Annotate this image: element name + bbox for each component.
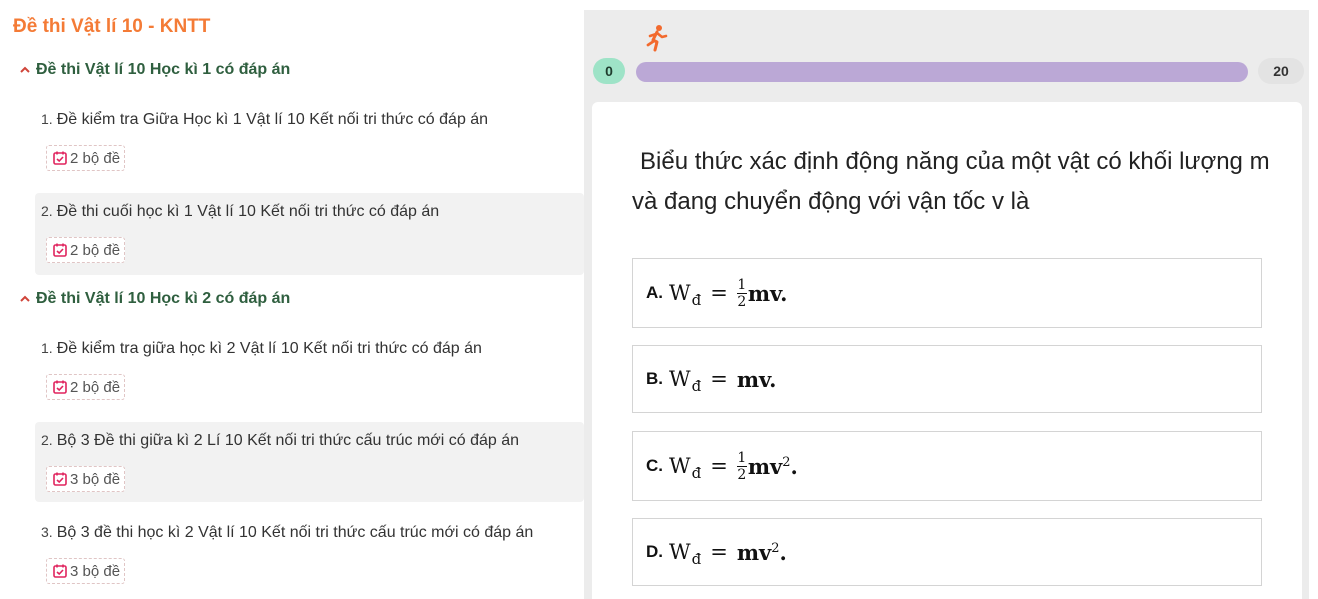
fraction-numerator: 1	[737, 449, 747, 466]
item-number: 3.	[41, 524, 53, 540]
option-formula: Wđ = mv 2.	[669, 539, 787, 569]
item-label: Bộ 3 đề thi học kì 2 Vật lí 10 Kết nối t…	[56, 524, 534, 541]
formula-rhs: mv.	[736, 366, 777, 392]
exam-link[interactable]: 2. Bộ 3 Đề thi giữa kì 2 Lí 10 Kết nối tr…	[41, 432, 519, 450]
formula-subscript: đ	[691, 550, 702, 568]
formula-lhs: W	[669, 454, 691, 478]
list-item: 1. Đề kiểm tra giữa học kì 2 Vật lí 10 Kế…	[35, 330, 584, 412]
formula-rhs: mv	[747, 453, 783, 479]
exam-count-badge[interactable]: 2 bộ đề	[46, 145, 126, 171]
formula-tail: .	[779, 539, 787, 565]
item-number: 1.	[41, 111, 53, 127]
section-title: Đề thi Vật lí 10 Học kì 2 có đáp án	[36, 290, 291, 307]
progress-current: 0	[593, 58, 625, 84]
formula-subscript: đ	[691, 291, 702, 309]
progress-bar	[636, 62, 1248, 82]
list-item: 2. Đề thi cuối học kì 1 Vật lí 10 Kết nối…	[35, 193, 584, 275]
formula-lhs: W	[669, 540, 691, 564]
answer-option-c[interactable]: C. Wđ = 12 mv 2.	[632, 431, 1262, 501]
fraction-denominator: 2	[737, 293, 747, 310]
item-label: Bộ 3 Đề thi giữa kì 2 Lí 10 Kết nối tri …	[56, 432, 520, 449]
answer-option-b[interactable]: B. Wđ = mv.	[632, 345, 1262, 413]
option-letter: D.	[646, 542, 663, 561]
exam-count-badge[interactable]: 2 bộ đề	[46, 237, 126, 263]
section-header-hk1[interactable]: Đề thi Vật lí 10 Học kì 1 có đáp án	[18, 61, 290, 79]
formula-equals: =	[710, 281, 728, 305]
section-title: Đề thi Vật lí 10 Học kì 1 có đáp án	[36, 61, 291, 78]
formula-lhs: W	[669, 367, 691, 391]
exam-link[interactable]: 1. Đề kiểm tra giữa học kì 2 Vật lí 10 Kế…	[41, 340, 482, 358]
answer-option-a[interactable]: A. Wđ = 12 mv.	[632, 258, 1262, 328]
option-formula: Wđ = 12 mv 2.	[669, 449, 798, 483]
item-number: 2.	[41, 432, 53, 448]
section-header-hk2[interactable]: Đề thi Vật lí 10 Học kì 2 có đáp án	[18, 290, 290, 308]
formula-equals: =	[710, 367, 728, 391]
formula-tail: .	[790, 453, 798, 479]
list-item: 2. Bộ 3 Đề thi giữa kì 2 Lí 10 Kết nối tr…	[35, 422, 584, 502]
calendar-check-icon	[53, 564, 67, 578]
badge-label: 3 bộ đề	[70, 562, 121, 580]
badge-label: 2 bộ đề	[70, 241, 121, 259]
calendar-check-icon	[53, 472, 67, 486]
item-label: Đề kiểm tra Giữa Học kì 1 Vật lí 10 Kết …	[56, 111, 489, 128]
formula-subscript: đ	[691, 464, 702, 482]
formula-equals: =	[710, 454, 728, 478]
badge-label: 3 bộ đề	[70, 470, 121, 488]
chevron-up-icon	[20, 295, 30, 302]
list-item: 1. Đề kiểm tra Giữa Học kì 1 Vật lí 10 Kế…	[35, 101, 584, 183]
option-letter: C.	[646, 456, 663, 475]
calendar-check-icon	[53, 380, 67, 394]
option-letter: A.	[646, 283, 663, 302]
fraction-denominator: 2	[737, 466, 747, 483]
formula-lhs: W	[669, 281, 691, 305]
formula-fraction: 12	[736, 276, 747, 310]
exam-count-badge[interactable]: 3 bộ đề	[46, 466, 126, 492]
formula-rhs: mv	[736, 539, 772, 565]
exam-link[interactable]: 2. Đề thi cuối học kì 1 Vật lí 10 Kết nối…	[41, 203, 439, 221]
calendar-check-icon	[53, 151, 67, 165]
exam-list-panel: Đề thi Vật lí 10 - KNTT Đề thi Vật lí 10…	[0, 0, 584, 599]
exam-count-badge[interactable]: 3 bộ đề	[46, 558, 126, 584]
calendar-check-icon	[53, 243, 67, 257]
formula-equals: =	[710, 540, 728, 564]
answer-option-d[interactable]: D. Wđ = mv 2.	[632, 518, 1262, 586]
formula-exponent: 2	[782, 454, 791, 470]
quiz-panel: 0 20 Biểu thức xác định động năng của mộ…	[584, 10, 1309, 599]
progress-total: 20	[1258, 58, 1304, 84]
item-number: 1.	[41, 340, 53, 356]
item-label: Đề thi cuối học kì 1 Vật lí 10 Kết nối t…	[56, 203, 440, 220]
option-letter: B.	[646, 369, 663, 388]
formula-rhs: mv.	[747, 280, 788, 306]
running-person-icon	[646, 25, 668, 52]
list-item: 3. Bộ 3 đề thi học kì 2 Vật lí 10 Kết nối…	[35, 514, 584, 596]
badge-label: 2 bộ đề	[70, 378, 121, 396]
exam-link[interactable]: 1. Đề kiểm tra Giữa Học kì 1 Vật lí 10 Kế…	[41, 111, 488, 129]
badge-label: 2 bộ đề	[70, 149, 121, 167]
fraction-numerator: 1	[737, 276, 747, 293]
exam-count-badge[interactable]: 2 bộ đề	[46, 374, 126, 400]
formula-exponent: 2	[771, 540, 780, 556]
formula-fraction: 12	[736, 449, 747, 483]
formula-subscript: đ	[691, 377, 702, 395]
exam-link[interactable]: 3. Bộ 3 đề thi học kì 2 Vật lí 10 Kết nối…	[41, 524, 533, 542]
option-formula: Wđ = mv.	[669, 366, 777, 396]
question-card: Biểu thức xác định động năng của một vật…	[592, 102, 1302, 599]
page-title: Đề thi Vật lí 10 - KNTT	[13, 16, 211, 37]
question-text: Biểu thức xác định động năng của một vật…	[632, 148, 1270, 215]
option-formula: Wđ = 12 mv.	[669, 276, 788, 310]
item-number: 2.	[41, 203, 53, 219]
chevron-up-icon	[20, 66, 30, 73]
item-label: Đề kiểm tra giữa học kì 2 Vật lí 10 Kết …	[56, 340, 482, 357]
